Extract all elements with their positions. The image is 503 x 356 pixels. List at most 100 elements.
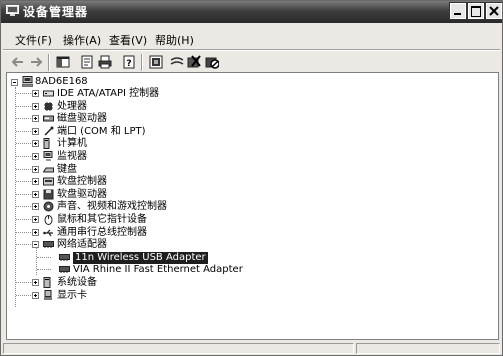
tree-connector-line [16,130,31,132]
update-driver-icon[interactable] [170,55,184,69]
status-pane-main [3,343,354,354]
scan-hardware-icon[interactable] [149,55,163,69]
computer-icon [43,138,50,150]
expand-toggle[interactable] [32,216,39,223]
disk-drive-icon [43,115,54,122]
expand-toggle[interactable] [32,228,39,236]
tree-connector-line [16,282,31,283]
system-device-icon [43,277,51,288]
tree-trunk-line [15,87,16,307]
display-adapter-icon [44,289,52,300]
menu-file[interactable]: 文件(F) [15,34,52,47]
tree-connector-line [16,244,31,246]
disable-icon[interactable] [205,55,219,69]
show-hide-tree-icon[interactable] [56,55,70,69]
network-card-icon [59,266,70,274]
ide-controller-icon [43,90,54,97]
expand-toggle[interactable] [32,140,39,148]
tree-connector-line [16,181,31,183]
computer-root-icon [22,76,33,87]
device-tree-panel[interactable]: 8AD6E168 IDE ATA/ATAPI 控制器 处理器 磁盘驱动器 端口 (CO… [6,72,499,340]
menu-action[interactable]: 操作(A) [63,34,101,47]
menu-bar: 文件(F) 操作(A) 查看(V) 帮助(H) [1,31,502,49]
tree-category-label: 端口 (COM 和 LPT) [57,125,146,137]
expand-toggle[interactable] [32,190,39,198]
back-arrow-icon[interactable] [11,55,25,69]
network-adapter-icon [43,241,54,249]
toolbar-separator [141,54,143,71]
floppy-controller-icon [43,177,54,186]
menu-help[interactable]: 帮助(H) [155,34,194,47]
tree-connector-line [16,156,31,157]
monitor-icon [43,151,53,161]
mouse-icon [44,215,53,225]
expand-toggle[interactable] [32,115,39,123]
tree-connector-line [16,206,31,208]
tree-device-label: VIA Rhine II Fast Ethernet Adapter [73,264,243,276]
expand-toggle[interactable] [32,203,39,211]
status-pane-secondary [356,343,500,354]
expand-toggle[interactable] [32,102,39,110]
tree-category-label: 网络适配器 [57,239,107,251]
minimize-button[interactable] [449,2,467,20]
tree-connector-line [16,219,31,220]
tree-connector-line [16,105,31,107]
tree-connector-line [37,256,51,258]
expand-toggle[interactable] [32,165,39,173]
tree-category-label: 显示卡 [57,289,87,301]
expand-toggle[interactable] [32,279,39,286]
sound-icon [43,201,54,212]
expand-toggle[interactable] [32,178,39,186]
toolbar-separator [48,54,50,71]
keyboard-icon [43,167,54,173]
tree-category-label: 监视器 [57,151,87,162]
uninstall-icon[interactable] [187,55,201,69]
expand-toggle[interactable] [32,90,39,97]
port-icon [44,126,54,136]
tree-connector-line [16,294,31,296]
tree-connector-line [16,118,31,120]
processor-icon [44,101,53,111]
tree-category-label: 声音、视频和游戏控制器 [57,201,167,213]
tree-connector-line [16,93,31,94]
tree-category-label: 磁盘驱动器 [57,113,107,125]
minimize-icon [454,13,461,15]
tree-connector-line [16,193,31,195]
status-bar [1,341,502,355]
tree-category-label: 软盘驱动器 [57,188,107,200]
tree-child-line [36,248,37,275]
device-manager-icon [6,5,19,16]
tree-connector-line [16,231,31,233]
forward-arrow-icon[interactable] [29,55,43,69]
tree-root-label: 8AD6E168 [35,76,88,87]
expand-toggle[interactable] [32,153,39,160]
svg-text:?: ? [126,59,131,69]
tree-category-label: IDE ATA/ATAPI 控制器 [57,88,160,99]
tree-category-label: 处理器 [57,100,87,112]
root-collapse-toggle[interactable] [11,79,18,86]
tree-connector-line [37,269,51,271]
tree-category-label: 键盘 [57,163,77,175]
close-button[interactable] [485,2,502,20]
tree-category-label: 鼠标和其它指针设备 [57,214,147,225]
expand-toggle[interactable] [32,291,39,299]
usb-icon [43,229,53,236]
expand-toggle[interactable] [32,127,39,135]
network-card-icon [59,253,70,261]
collapse-toggle[interactable] [32,241,39,249]
properties-icon[interactable] [80,55,94,69]
maximize-icon [471,6,481,17]
tree-category-label: 通用串行总线控制器 [57,226,147,238]
title-bar[interactable]: 设备管理器 [1,1,502,23]
maximize-button[interactable] [467,2,485,20]
tree-connector-line [16,143,31,145]
close-icon [489,6,499,16]
device-manager-window: 设备管理器 文件(F) 操作(A) 查看(V) 帮助(H) ? 8AD6E168… [0,0,503,356]
help-icon[interactable]: ? [122,55,136,69]
tree-connector-line [16,168,31,170]
window-title: 设备管理器 [23,5,89,19]
tree-category-label: 软盘控制器 [57,176,107,188]
print-icon[interactable] [98,55,112,69]
menu-view[interactable]: 查看(V) [109,34,147,47]
tree-category-label: 计算机 [57,138,87,150]
